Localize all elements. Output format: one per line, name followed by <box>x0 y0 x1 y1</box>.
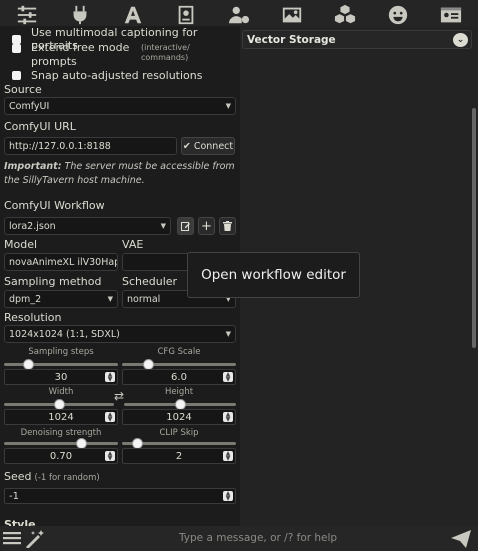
seed-hint: (-1 for random) <box>34 473 100 483</box>
extend-free-mode-hint: (interactive/ commands) <box>141 43 190 62</box>
add-workflow-button[interactable]: + <box>198 217 215 235</box>
chevron-down-icon: ▼ <box>225 102 231 110</box>
width-label: Width <box>48 387 74 397</box>
height-label: Height <box>164 387 194 397</box>
seed-input[interactable]: -1 ▲ ▼ <box>4 488 236 504</box>
magic-wand-icon[interactable] <box>25 530 47 548</box>
scheduler-label: Scheduler <box>122 275 178 288</box>
spinner-icon[interactable]: ▲ ▼ <box>105 372 115 383</box>
clip-skip-input[interactable]: 2 ▲ ▼ <box>122 448 236 464</box>
delete-workflow-button[interactable] <box>219 217 236 235</box>
extend-free-mode-checkbox[interactable] <box>12 44 21 53</box>
workflow-value: lora2.json <box>9 220 56 232</box>
spinner-icon[interactable]: ▲ ▼ <box>105 451 115 462</box>
edit-workflow-button[interactable] <box>177 217 194 235</box>
vector-storage-drawer[interactable]: Vector Storage ⌄ <box>242 30 472 49</box>
source-value: ComfyUI <box>9 100 50 112</box>
resolution-label: Resolution <box>4 311 62 324</box>
message-input[interactable]: Type a message, or /? for help <box>179 532 337 544</box>
denoising-strength-slider[interactable] <box>4 442 118 445</box>
cfg-scale-label: CFG Scale <box>157 347 201 357</box>
server-note: Important: The server must be accessible… <box>4 160 236 188</box>
chat-input-bar: Type a message, or /? for help <box>0 526 478 551</box>
spinner-icon[interactable]: ▲ ▼ <box>223 412 233 423</box>
extend-free-mode-option[interactable]: Extend free mode prompts (interactive/ c… <box>4 41 197 69</box>
sampling-method-select[interactable]: dpm_2 ▼ <box>4 290 118 308</box>
trash-icon <box>223 221 232 231</box>
width-value: 1024 <box>48 411 74 423</box>
height-input[interactable]: 1024 ▲ ▼ <box>122 409 236 425</box>
denoising-strength-label: Denoising strength <box>20 428 102 438</box>
chevron-down-icon[interactable]: ⌄ <box>453 33 468 47</box>
sampling-steps-input[interactable]: 30 ▲ ▼ <box>4 369 118 385</box>
send-icon[interactable] <box>451 530 471 548</box>
resolution-value: 1024x1024 (1:1, SDXL) <box>9 328 120 340</box>
workflow-label: ComfyUI Workflow <box>4 199 105 212</box>
model-select[interactable]: novaAnimeXL ilV30Happ <box>4 253 118 271</box>
plus-icon: + <box>201 218 212 234</box>
seed-label-group: Seed (-1 for random) <box>4 470 100 483</box>
edit-icon <box>180 222 190 231</box>
cfg-scale-slider[interactable] <box>122 363 236 366</box>
scrollbar[interactable] <box>472 108 476 348</box>
chevron-down-icon: ▼ <box>225 330 231 338</box>
cfg-scale-value: 6.0 <box>171 371 187 383</box>
source-label: Source <box>4 83 42 96</box>
model-label: Model <box>4 238 38 251</box>
sampling-steps-label: Sampling steps <box>28 347 94 357</box>
spinner-icon[interactable]: ▲ ▼ <box>223 372 233 383</box>
tooltip-text: Open workflow editor <box>201 267 346 283</box>
snap-resolutions-option[interactable]: Snap auto-adjusted resolutions <box>4 69 202 82</box>
vector-storage-title: Vector Storage <box>247 33 336 46</box>
style-heading: Style <box>4 518 36 526</box>
extend-free-mode-label: Extend free mode prompts <box>31 41 130 68</box>
important-label: Important: <box>4 161 62 172</box>
comfy-url-label: ComfyUI URL <box>4 120 76 133</box>
cfg-scale-input[interactable]: 6.0 ▲ ▼ <box>122 369 236 385</box>
scheduler-value: normal <box>127 293 161 305</box>
clip-skip-label: CLIP Skip <box>159 428 199 438</box>
connect-label: Connect <box>193 140 234 152</box>
chevron-down-icon: ▼ <box>160 222 166 230</box>
comfy-url-input[interactable]: http://127.0.0.1:8188 <box>4 137 177 155</box>
denoising-strength-value: 0.70 <box>49 450 73 462</box>
seed-label: Seed <box>4 470 32 483</box>
spinner-icon[interactable]: ▲ ▼ <box>105 412 115 423</box>
connect-button[interactable]: ✔ Connect <box>181 137 235 155</box>
clip-skip-value: 2 <box>175 450 183 462</box>
height-value: 1024 <box>166 411 192 423</box>
workflow-editor-tooltip: Open workflow editor <box>187 252 360 298</box>
chevron-down-icon: ▼ <box>107 295 113 303</box>
sampling-method-value: dpm_2 <box>9 293 42 305</box>
width-input[interactable]: 1024 ▲ ▼ <box>4 409 118 425</box>
sampling-steps-slider[interactable] <box>4 363 118 366</box>
denoising-strength-input[interactable]: 0.70 ▲ ▼ <box>4 448 118 464</box>
spinner-icon[interactable]: ▲ ▼ <box>223 491 233 502</box>
source-select[interactable]: ComfyUI ▼ <box>4 97 236 115</box>
check-icon: ✔ <box>182 140 191 152</box>
resolution-select[interactable]: 1024x1024 (1:1, SDXL) ▼ <box>4 325 236 343</box>
options-menu-icon[interactable] <box>3 530 21 546</box>
vae-label: VAE <box>122 238 144 251</box>
workflow-select[interactable]: lora2.json ▼ <box>4 217 171 235</box>
sampling-method-label: Sampling method <box>4 275 102 288</box>
snap-resolutions-label: Snap auto-adjusted resolutions <box>31 69 203 82</box>
snap-resolutions-checkbox[interactable] <box>12 71 21 80</box>
spinner-icon[interactable]: ▲ ▼ <box>223 451 233 462</box>
sampling-steps-value: 30 <box>54 371 68 383</box>
swap-dimensions-icon[interactable]: ⇄ <box>114 389 124 403</box>
seed-value: -1 <box>9 490 19 502</box>
